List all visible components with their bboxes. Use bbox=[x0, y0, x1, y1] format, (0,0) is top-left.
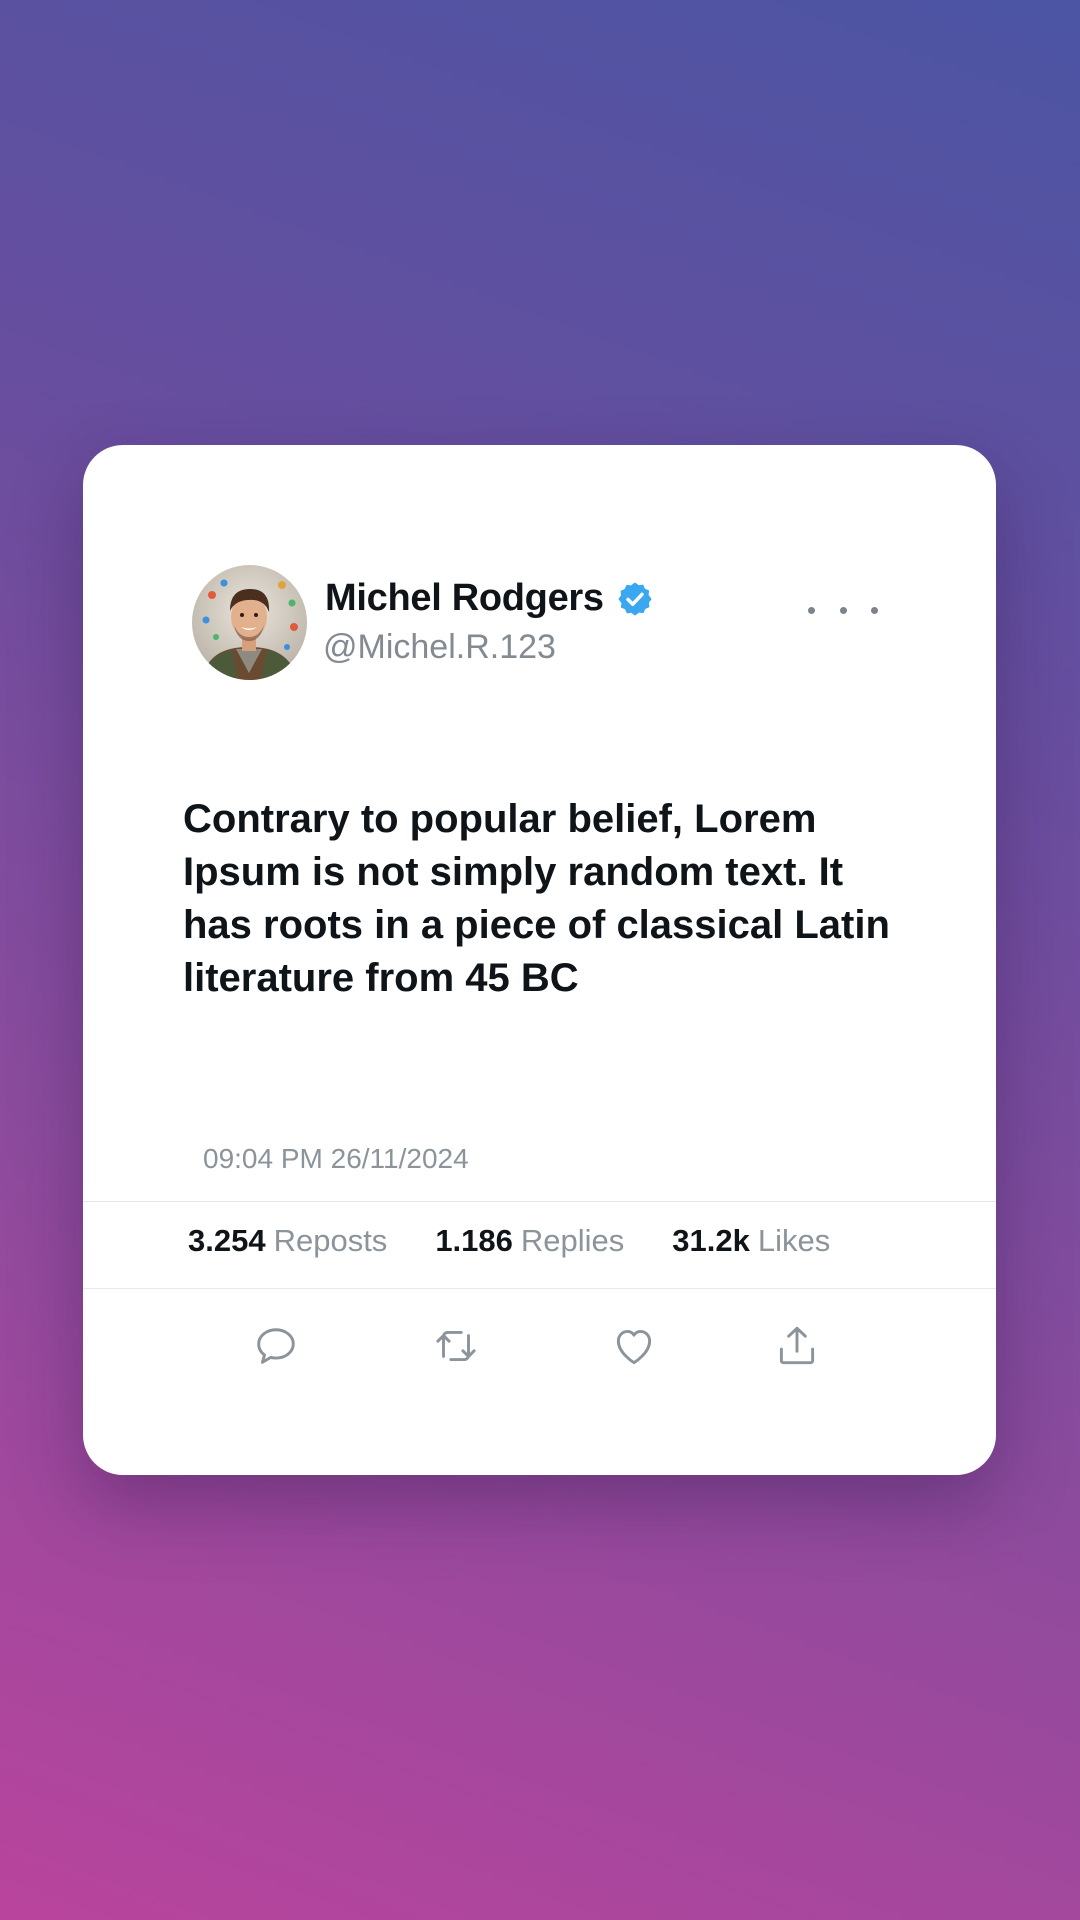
replies-count: 1.186 bbox=[435, 1223, 513, 1258]
like-icon bbox=[616, 1329, 652, 1365]
share-icon bbox=[779, 1326, 815, 1365]
like-button[interactable] bbox=[609, 1321, 659, 1371]
post-text: Contrary to popular belief, Lorem Ipsum … bbox=[183, 797, 890, 1000]
author-name-row: Michel Rodgers bbox=[325, 577, 654, 620]
avatar[interactable] bbox=[192, 565, 307, 680]
reply-button[interactable] bbox=[251, 1321, 301, 1371]
more-horizontal-icon bbox=[808, 606, 815, 614]
repost-icon bbox=[436, 1331, 476, 1361]
post-card: Michel Rodgers @Michel.R.123 Contrary to… bbox=[83, 445, 996, 1475]
more-horizontal-icon-dot bbox=[839, 606, 847, 614]
likes-stat[interactable]: 31.2k Likes bbox=[672, 1223, 830, 1259]
reply-icon bbox=[257, 1328, 295, 1364]
divider bbox=[83, 1288, 996, 1289]
divider bbox=[83, 1201, 996, 1202]
author-handle[interactable]: @Michel.R.123 bbox=[323, 628, 556, 667]
likes-label: Likes bbox=[757, 1223, 831, 1258]
reposts-label: Reposts bbox=[273, 1223, 388, 1258]
author-name[interactable]: Michel Rodgers bbox=[325, 577, 604, 620]
likes-count: 31.2k bbox=[672, 1223, 750, 1258]
replies-label: Replies bbox=[520, 1223, 625, 1258]
repost-button[interactable] bbox=[431, 1321, 481, 1371]
share-button[interactable] bbox=[772, 1321, 822, 1371]
reposts-stat[interactable]: 3.254 Reposts bbox=[188, 1223, 387, 1259]
more-options-button[interactable] bbox=[808, 595, 878, 625]
replies-stat[interactable]: 1.186 Replies bbox=[435, 1223, 624, 1259]
reposts-count: 3.254 bbox=[188, 1223, 266, 1258]
more-horizontal-icon-dot bbox=[871, 606, 878, 614]
post-timestamp[interactable]: 09:04 PM 26/11/2024 bbox=[203, 1143, 469, 1175]
engagement-stats: 3.254 Reposts 1.186 Replies 31.2k Likes bbox=[188, 1223, 830, 1259]
verified-badge-icon bbox=[616, 580, 654, 618]
